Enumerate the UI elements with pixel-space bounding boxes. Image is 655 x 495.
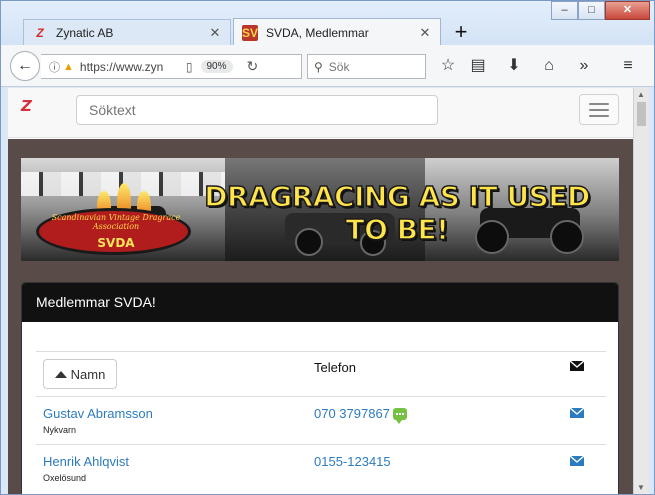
- banner-photo-left: Scandinavian Vintage Dragrace Associatio…: [21, 158, 225, 261]
- site-menu-toggle-button[interactable]: [579, 94, 619, 125]
- panel-title: Medlemmar SVDA!: [22, 283, 618, 322]
- hamburger-menu-icon[interactable]: ≡: [618, 56, 638, 76]
- envelope-icon: [570, 361, 584, 371]
- scroll-down-icon[interactable]: ▼: [637, 483, 645, 492]
- url-text[interactable]: https://www.zyn: [80, 60, 170, 74]
- site-logo-icon[interactable]: Z: [21, 97, 32, 115]
- tab-strip: Z Zynatic AB ✕ SV SVDA, Medlemmar ✕ + – …: [1, 1, 654, 46]
- reading-list-icon[interactable]: ▤: [468, 56, 488, 76]
- reload-icon[interactable]: ↻: [247, 58, 259, 75]
- close-window-button[interactable]: ✕: [605, 1, 650, 20]
- banner-slogan: DRAGRACING AS IT USED TO BE!: [204, 179, 591, 247]
- table-row: Gustav Abramsson Nykvarn 070 3797867: [36, 396, 606, 444]
- download-icon[interactable]: ⬇: [504, 56, 524, 76]
- new-tab-button[interactable]: +: [451, 20, 471, 44]
- close-tab-icon[interactable]: ✕: [208, 25, 222, 41]
- overflow-chevron-icon[interactable]: »: [574, 56, 594, 76]
- caret-up-icon: [54, 370, 67, 378]
- svda-banner-image: Scandinavian Vintage Dragrace Associatio…: [21, 158, 619, 261]
- tab-zynatic[interactable]: Z Zynatic AB ✕: [23, 19, 231, 46]
- bookmark-star-icon[interactable]: ☆: [438, 56, 458, 76]
- window-controls: – □ ✕: [551, 1, 650, 20]
- sort-button-label: Namn: [70, 366, 106, 382]
- tab-title: Zynatic AB: [56, 26, 114, 40]
- table-row: Henrik Ahlqvist Oxelösund 0155-123415: [36, 444, 606, 492]
- badge-text: Scandinavian Vintage Dragrace Associatio…: [51, 213, 181, 231]
- close-tab-icon[interactable]: ✕: [418, 25, 432, 41]
- members-table: Namn Telefon Gustav Abramsson Nykvarn 07…: [36, 351, 606, 492]
- svda-favicon-icon: SV: [242, 24, 259, 41]
- sort-by-name-button[interactable]: Namn: [43, 359, 117, 389]
- search-placeholder: Sök: [328, 59, 350, 74]
- warning-icon: ▲: [63, 60, 74, 73]
- address-bar[interactable]: ⓘ ▲ https://www.zyn ▯ 90% ↻: [41, 54, 302, 79]
- tab-title: SVDA, Medlemmar: [266, 25, 369, 40]
- email-envelope-icon[interactable]: [570, 408, 584, 418]
- page-viewport: Z Scandinavian Vintage Dragrace Associat…: [8, 88, 633, 494]
- scroll-up-icon[interactable]: ▲: [637, 90, 645, 99]
- minimize-button[interactable]: –: [551, 1, 578, 20]
- info-icon[interactable]: ⓘ: [49, 59, 60, 75]
- reader-view-icon[interactable]: ▯: [186, 60, 193, 74]
- zynatic-favicon-icon: Z: [36, 26, 44, 40]
- navigation-toolbar: ← ⓘ ▲ https://www.zyn ▯ 90% ↻ ⚲ Sök ☆ ▤ …: [1, 45, 654, 87]
- table-header-row: Namn Telefon: [36, 351, 606, 396]
- zoom-level-badge[interactable]: 90%: [200, 60, 233, 73]
- scrollbar-thumb[interactable]: [637, 102, 646, 126]
- browser-window: Z Zynatic AB ✕ SV SVDA, Medlemmar ✕ + – …: [0, 0, 655, 495]
- sms-icon[interactable]: [393, 408, 407, 424]
- site-search-input[interactable]: [76, 95, 438, 125]
- phone-column-header: Telefon: [314, 360, 356, 375]
- site-header: Z: [8, 88, 633, 138]
- arrow-left-icon: ←: [17, 57, 33, 74]
- members-panel: Medlemmar SVDA! Namn Telefon Gustav Abra…: [21, 282, 619, 494]
- member-city: Oxelösund: [43, 473, 87, 483]
- email-envelope-icon[interactable]: [570, 456, 584, 466]
- search-icon: ⚲: [314, 59, 323, 74]
- member-phone-link[interactable]: 070 3797867: [314, 406, 390, 421]
- home-icon[interactable]: ⌂: [539, 56, 559, 76]
- page-scrollbar[interactable]: ▲ ▼: [633, 88, 649, 494]
- maximize-button[interactable]: □: [578, 1, 605, 20]
- badge-short-text: SVDA: [97, 236, 135, 250]
- member-name-link[interactable]: Gustav Abramsson: [43, 406, 153, 421]
- tab-svda-medlemmar[interactable]: SV SVDA, Medlemmar ✕: [233, 18, 441, 46]
- member-phone-link[interactable]: 0155-123415: [314, 454, 391, 469]
- member-city: Nykvarn: [43, 425, 77, 435]
- browser-search-input[interactable]: ⚲ Sök: [307, 54, 426, 79]
- back-button[interactable]: ←: [10, 51, 40, 81]
- member-name-link[interactable]: Henrik Ahlqvist: [43, 454, 129, 469]
